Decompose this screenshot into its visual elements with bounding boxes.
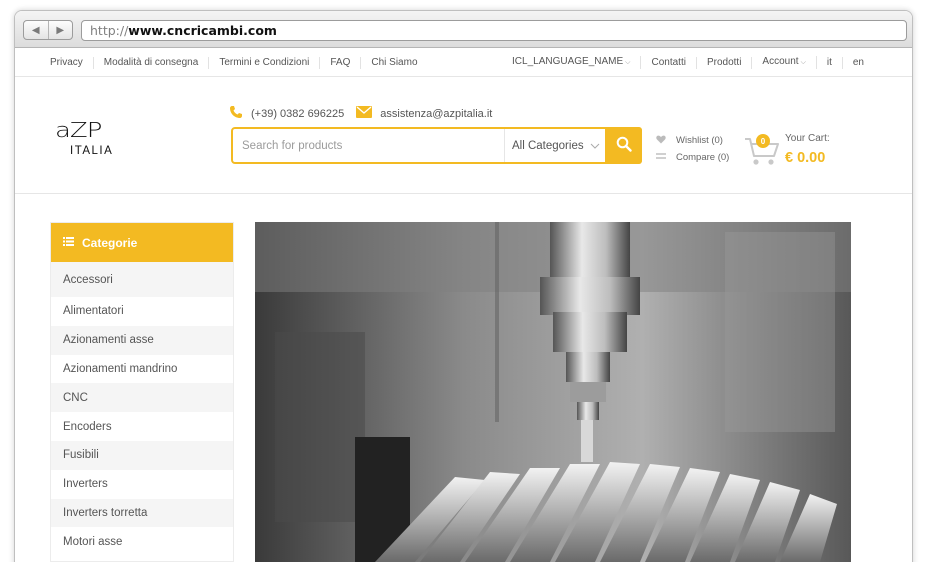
wishlist-label: Wishlist (0) <box>676 135 723 146</box>
site-logo[interactable]: aZP ITALIA <box>55 120 139 158</box>
compare-icon <box>656 152 676 163</box>
browser-window: ◀ ▶ http:// www.cncricambi.com Privacy M… <box>14 10 913 562</box>
search-bar: All Categories <box>231 127 642 164</box>
cart-count-badge: 0 <box>756 134 770 148</box>
chevron-down-icon: ⌵ <box>625 59 631 66</box>
link-privacy[interactable]: Privacy <box>15 56 94 69</box>
language-dropdown[interactable]: ICL_LANGUAGE_NAME ⌵ <box>502 56 642 69</box>
categories-title: Categorie <box>82 235 138 250</box>
category-select[interactable]: All Categories <box>504 129 605 162</box>
category-item[interactable]: Motori asse <box>51 527 233 556</box>
category-item[interactable]: Inverters <box>51 470 233 499</box>
categories-list: Accessori Alimentatori Azionamenti asse … <box>51 262 233 556</box>
chevron-down-icon: ⌵ <box>800 59 806 66</box>
list-icon <box>63 236 74 249</box>
categories-header[interactable]: Categorie <box>51 223 233 262</box>
envelope-icon <box>356 106 373 121</box>
browser-toolbar: ◀ ▶ http:// www.cncricambi.com <box>15 11 912 48</box>
browser-nav-buttons: ◀ ▶ <box>23 20 73 40</box>
phone-number[interactable]: (+39) 0382 696225 <box>251 108 344 120</box>
hero-banner-image[interactable] <box>255 222 851 562</box>
back-button[interactable]: ◀ <box>24 21 48 39</box>
category-item[interactable]: Azionamenti mandrino <box>51 355 233 384</box>
email-address[interactable]: assistenza@azpitalia.it <box>380 108 492 120</box>
account-dropdown[interactable]: Account ⌵ <box>752 56 817 69</box>
top-links-bar: Privacy Modalità di consegna Termini e C… <box>15 48 912 77</box>
link-delivery[interactable]: Modalità di consegna <box>94 56 210 69</box>
category-item[interactable]: Accessori <box>51 262 233 297</box>
category-item[interactable]: Alimentatori <box>51 297 233 326</box>
link-terms[interactable]: Termini e Condizioni <box>209 56 321 69</box>
phone-icon <box>229 105 243 122</box>
site-header: aZP ITALIA (+39) 0382 696225 assistenza@… <box>15 77 912 194</box>
top-links-left: Privacy Modalità di consegna Termini e C… <box>15 48 428 77</box>
category-item[interactable]: Fusibili <box>51 440 233 470</box>
categories-panel: Categorie Accessori Alimentatori Azionam… <box>50 222 234 562</box>
category-select-label: All Categories <box>512 139 584 152</box>
contact-info: (+39) 0382 696225 assistenza@azpitalia.i… <box>229 105 492 122</box>
language-label: ICL_LANGUAGE_NAME <box>512 56 624 67</box>
link-faq[interactable]: FAQ <box>320 56 362 69</box>
search-input[interactable] <box>233 129 504 162</box>
cart-label: Your Cart: <box>785 133 830 144</box>
wishlist-compare: Wishlist (0) Compare (0) <box>656 132 729 166</box>
address-bar[interactable]: http:// www.cncricambi.com <box>81 20 907 41</box>
link-about[interactable]: Chi Siamo <box>361 57 427 69</box>
mini-cart[interactable]: 0 Your Cart: € 0.00 <box>744 129 844 169</box>
logo-sub-text: ITALIA <box>70 145 114 157</box>
link-products[interactable]: Prodotti <box>697 56 753 69</box>
compare-label: Compare (0) <box>676 152 730 163</box>
heart-icon <box>656 135 676 147</box>
cnc-machine-illustration <box>255 222 851 562</box>
search-icon <box>616 136 632 156</box>
lang-en[interactable]: en <box>843 57 864 69</box>
category-item[interactable]: Encoders <box>51 412 233 441</box>
category-item[interactable]: Azionamenti asse <box>51 325 233 355</box>
category-item[interactable]: CNC <box>51 383 233 413</box>
compare-link[interactable]: Compare (0) <box>656 149 729 166</box>
category-item[interactable]: Inverters torretta <box>51 498 233 528</box>
top-links-right: ICL_LANGUAGE_NAME ⌵ Contatti Prodotti Acc… <box>502 48 864 77</box>
url-domain: www.cncricambi.com <box>128 23 277 38</box>
logo-main-text: aZP <box>55 118 102 143</box>
url-prefix: http:// <box>90 23 129 38</box>
chevron-down-icon <box>590 141 600 151</box>
lang-it[interactable]: it <box>817 56 843 69</box>
cart-total: € 0.00 <box>785 150 826 166</box>
forward-button[interactable]: ▶ <box>47 21 73 39</box>
wishlist-link[interactable]: Wishlist (0) <box>656 132 729 149</box>
account-label: Account <box>762 56 799 67</box>
search-button[interactable] <box>605 127 642 164</box>
link-contacts[interactable]: Contatti <box>641 56 697 69</box>
